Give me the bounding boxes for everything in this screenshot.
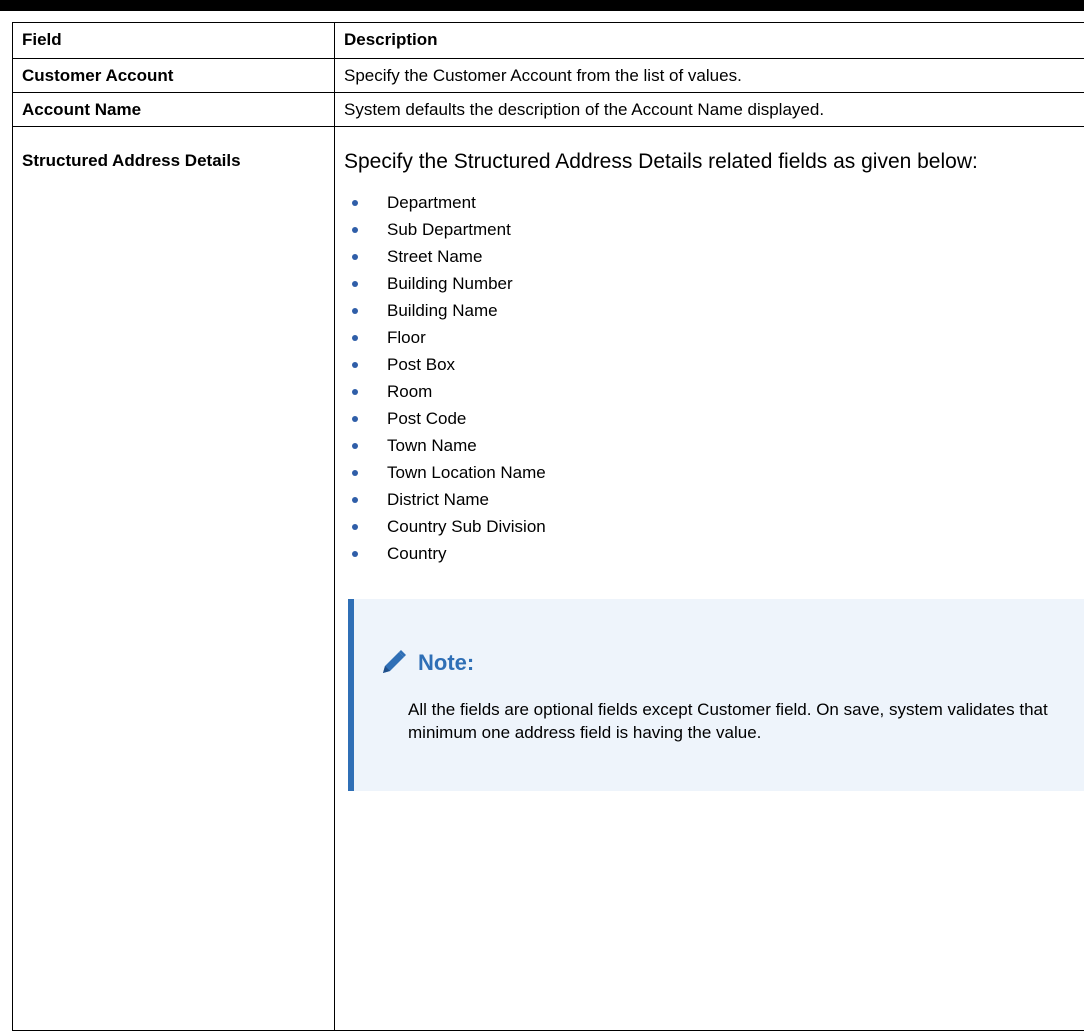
bullet-icon [352,227,358,233]
field-description: Specify the Customer Account from the li… [335,59,1084,86]
table-header-row: Field Description [13,23,1084,59]
header-field-cell: Field [13,23,335,59]
bullet-icon [352,254,358,260]
list-item-label: Sub Department [387,220,511,239]
bullet-icon [352,200,358,206]
table-row: Account Name System defaults the descrip… [13,93,1084,127]
header-description-cell: Description [335,23,1084,59]
list-item-label: Town Location Name [387,463,546,482]
list-item-label: Building Number [387,274,513,293]
table-row: Structured Address Details Specify the S… [13,127,1084,1031]
list-item: Building Name [335,297,1084,324]
header-description: Description [335,23,1084,50]
description-cell: Specify the Structured Address Details r… [335,127,1084,1031]
list-item-label: Street Name [387,247,482,266]
note-title: Note: [418,650,474,676]
list-item: Post Code [335,405,1084,432]
bullet-icon [352,524,358,530]
list-item: Country [335,540,1084,567]
list-item-label: Post Box [387,355,455,374]
top-rule [0,0,1084,11]
field-description: System defaults the description of the A… [335,93,1084,120]
list-item: Building Number [335,270,1084,297]
list-item-label: Country Sub Division [387,517,546,536]
list-item-label: Room [387,382,432,401]
bullet-icon [352,443,358,449]
note-header: Note: [378,648,474,678]
note-text: All the fields are optional fields excep… [408,698,1068,744]
list-item-label: Post Code [387,409,466,428]
list-item-label: Town Name [387,436,477,455]
header-field: Field [13,23,334,50]
bullet-icon [352,470,358,476]
field-name: Customer Account [13,59,334,86]
bullet-icon [352,308,358,314]
structured-intro: Specify the Structured Address Details r… [344,147,1064,177]
list-item: Department [335,189,1084,216]
bullet-icon [352,416,358,422]
pencil-icon [378,648,408,678]
list-item-label: Building Name [387,301,498,320]
list-item: Post Box [335,351,1084,378]
note-box: Note: All the fields are optional fields… [348,599,1084,791]
description-cell: System defaults the description of the A… [335,93,1084,127]
description-cell: Specify the Customer Account from the li… [335,59,1084,93]
address-fields-list: Department Sub Department Street Name Build… [335,189,1084,567]
list-item: Room [335,378,1084,405]
bullet-icon [352,335,358,341]
field-description-table: Field Description Customer Account Speci… [12,22,1084,1031]
field-cell: Customer Account [13,59,335,93]
field-cell: Account Name [13,93,335,127]
list-item: Street Name [335,243,1084,270]
list-item: Country Sub Division [335,513,1084,540]
list-item-label: Country [387,544,447,563]
bullet-icon [352,551,358,557]
table-row: Customer Account Specify the Customer Ac… [13,59,1084,93]
list-item-label: District Name [387,490,489,509]
list-item: Sub Department [335,216,1084,243]
list-item-label: Floor [387,328,426,347]
list-item-label: Department [387,193,476,212]
list-item: Floor [335,324,1084,351]
bullet-icon [352,281,358,287]
field-name: Structured Address Details [13,127,335,1031]
list-item: District Name [335,486,1084,513]
bullet-icon [352,497,358,503]
bullet-icon [352,389,358,395]
field-name: Account Name [13,93,334,120]
list-item: Town Name [335,432,1084,459]
list-item: Town Location Name [335,459,1084,486]
bullet-icon [352,362,358,368]
